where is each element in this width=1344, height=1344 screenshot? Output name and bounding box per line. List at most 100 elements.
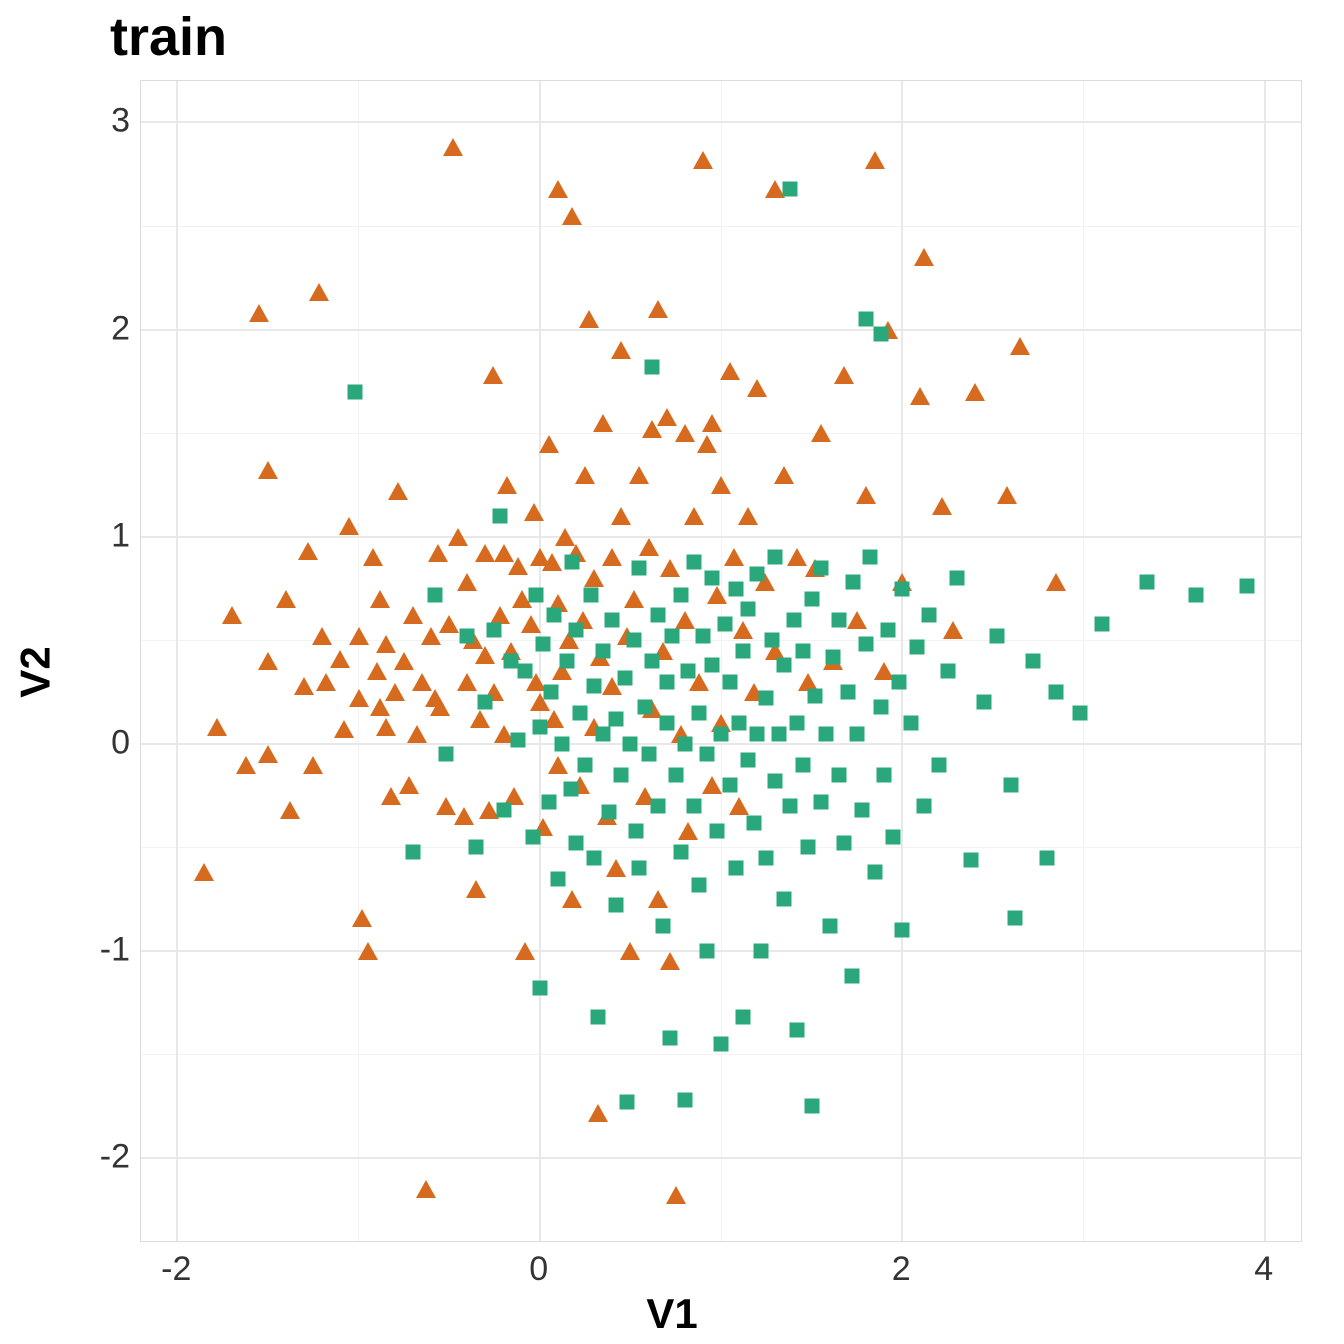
data-point-square xyxy=(764,633,779,648)
data-point-triangle xyxy=(388,482,408,500)
data-point-triangle xyxy=(249,304,269,322)
data-point-square xyxy=(469,840,484,855)
data-point-triangle xyxy=(720,362,740,380)
data-point-square xyxy=(478,695,493,710)
data-point-triangle xyxy=(457,673,477,691)
data-point-square xyxy=(877,767,892,782)
data-point-triangle xyxy=(702,414,722,432)
data-point-triangle xyxy=(376,718,396,736)
data-point-triangle xyxy=(428,544,448,562)
data-point-square xyxy=(759,691,774,706)
data-point-square xyxy=(663,1031,678,1046)
data-point-square xyxy=(674,587,689,602)
data-point-triangle xyxy=(258,461,278,479)
data-point-square xyxy=(782,181,797,196)
data-point-triangle xyxy=(666,1186,686,1204)
data-point-square xyxy=(686,554,701,569)
data-point-square xyxy=(686,799,701,814)
data-point-triangle xyxy=(697,435,717,453)
data-point-square xyxy=(844,968,859,983)
data-point-square xyxy=(1040,850,1055,865)
data-point-triangle xyxy=(334,720,354,738)
data-point-triangle xyxy=(678,822,698,840)
data-point-square xyxy=(904,716,919,731)
data-point-square xyxy=(628,823,643,838)
data-point-triangle xyxy=(385,683,405,701)
data-point-square xyxy=(572,705,587,720)
data-point-square xyxy=(819,726,834,741)
data-point-triangle xyxy=(593,414,613,432)
data-point-triangle xyxy=(276,590,296,608)
data-point-triangle xyxy=(454,807,474,825)
data-point-square xyxy=(674,844,689,859)
data-point-square xyxy=(692,705,707,720)
data-point-square xyxy=(590,1010,605,1025)
data-point-square xyxy=(831,767,846,782)
data-point-square xyxy=(964,852,979,867)
data-point-triangle xyxy=(403,606,423,624)
data-point-square xyxy=(808,689,823,704)
data-point-square xyxy=(541,794,556,809)
y-tick: -2 xyxy=(100,1138,130,1177)
data-point-square xyxy=(750,567,765,582)
data-point-triangle xyxy=(439,615,459,633)
data-point-square xyxy=(822,919,837,934)
data-point-triangle xyxy=(430,698,450,716)
data-point-triangle xyxy=(466,880,486,898)
data-point-square xyxy=(723,778,738,793)
data-point-triangle xyxy=(394,652,414,670)
data-point-square xyxy=(583,587,598,602)
data-point-square xyxy=(895,581,910,596)
data-point-square xyxy=(487,622,502,637)
data-point-triangle xyxy=(258,652,278,670)
data-point-square xyxy=(837,836,852,851)
data-point-triangle xyxy=(738,507,758,525)
data-point-triangle xyxy=(376,635,396,653)
data-point-triangle xyxy=(684,507,704,525)
grid-major-v xyxy=(176,81,178,1241)
data-point-square xyxy=(795,643,810,658)
data-point-square xyxy=(873,326,888,341)
data-point-square xyxy=(746,815,761,830)
data-point-square xyxy=(632,861,647,876)
data-point-square xyxy=(608,712,623,727)
data-point-square xyxy=(529,587,544,602)
data-point-triangle xyxy=(657,408,677,426)
data-point-square xyxy=(569,622,584,637)
data-point-square xyxy=(831,612,846,627)
data-point-triangle xyxy=(294,677,314,695)
data-point-square xyxy=(728,861,743,876)
data-point-triangle xyxy=(258,745,278,763)
data-point-triangle xyxy=(548,756,568,774)
data-point-triangle xyxy=(660,952,680,970)
data-point-square xyxy=(976,695,991,710)
y-tick: -1 xyxy=(100,931,130,970)
data-point-square xyxy=(525,830,540,845)
data-point-square xyxy=(563,782,578,797)
data-point-square xyxy=(511,732,526,747)
data-point-triangle xyxy=(548,180,568,198)
data-point-triangle xyxy=(412,673,432,691)
data-point-square xyxy=(650,608,665,623)
data-point-square xyxy=(846,575,861,590)
data-point-square xyxy=(656,919,671,934)
data-point-square xyxy=(699,747,714,762)
data-point-square xyxy=(1025,654,1040,669)
data-point-square xyxy=(627,633,642,648)
grid-major-h xyxy=(141,743,1301,745)
y-tick: 3 xyxy=(111,102,130,141)
y-tick: 0 xyxy=(111,723,130,762)
data-point-triangle xyxy=(648,300,668,318)
data-point-square xyxy=(710,823,725,838)
data-point-square xyxy=(917,799,932,814)
x-tick: 2 xyxy=(892,1250,911,1289)
data-point-square xyxy=(777,658,792,673)
data-point-triangle xyxy=(316,673,336,691)
data-point-square xyxy=(565,554,580,569)
data-point-triangle xyxy=(602,548,622,566)
data-point-triangle xyxy=(339,517,359,535)
data-point-square xyxy=(619,1095,634,1110)
data-point-triangle xyxy=(207,718,227,736)
data-point-triangle xyxy=(774,466,794,484)
grid-major-h xyxy=(141,950,1301,952)
